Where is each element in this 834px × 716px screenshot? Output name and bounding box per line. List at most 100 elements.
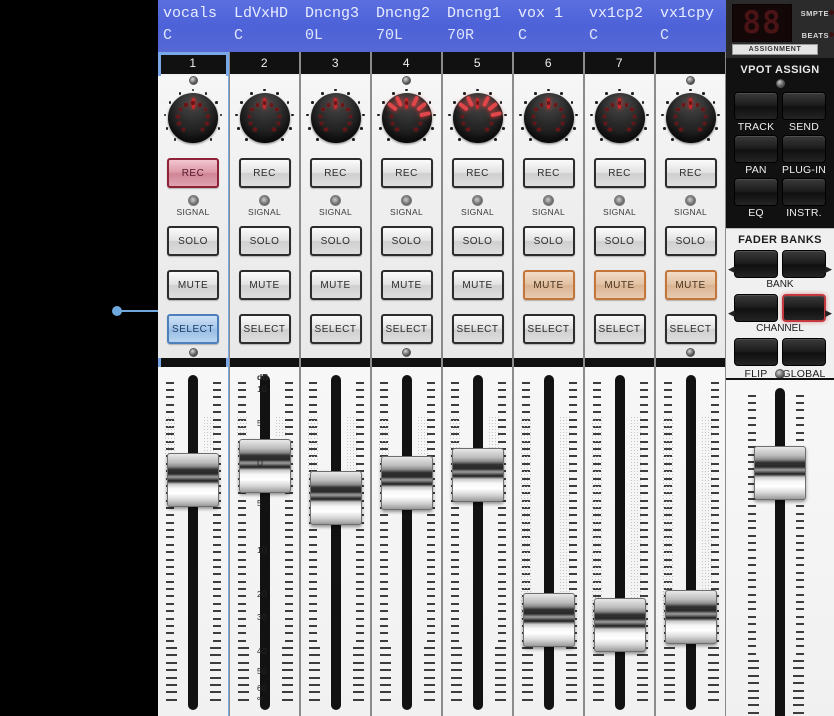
scribble-line1: vocals xyxy=(163,3,225,25)
scribble-strip-display: vocalsCLdVxHDCDncng30LDncng270LDncng170R… xyxy=(158,0,726,52)
fader-cap[interactable] xyxy=(239,439,291,493)
fader-track[interactable] xyxy=(615,375,625,710)
rec-button[interactable]: REC xyxy=(381,158,433,188)
rec-button[interactable]: REC xyxy=(594,158,646,188)
channel-strip-6[interactable]: 6RECSIGNALSOLOMUTESELECTdB105U5102030405… xyxy=(513,52,584,716)
v-pot-knob[interactable] xyxy=(447,87,509,149)
vpot-button-1[interactable] xyxy=(782,92,826,120)
select-button[interactable]: SELECT xyxy=(452,314,504,344)
mute-button[interactable]: MUTE xyxy=(523,270,575,300)
fader-cap[interactable] xyxy=(381,456,433,510)
vpot-button-4[interactable] xyxy=(734,178,778,206)
channel-left-button[interactable] xyxy=(734,294,778,322)
channel-strip-4[interactable]: 4RECSIGNALSOLOMUTESELECTdB105U5102030405… xyxy=(371,52,442,716)
solo-button[interactable]: SOLO xyxy=(452,226,504,256)
rec-button[interactable]: REC xyxy=(523,158,575,188)
fader-cap[interactable] xyxy=(594,598,646,652)
vpot-button-3[interactable] xyxy=(782,135,826,163)
channel-strip-3[interactable]: 3RECSIGNALSOLOMUTESELECTdB105U5102030405… xyxy=(300,52,371,716)
scribble-cell-1: vocalsC xyxy=(158,0,229,52)
select-button[interactable]: SELECT xyxy=(167,314,219,344)
fader-tick-label: 50 xyxy=(257,666,267,676)
select-button[interactable]: SELECT xyxy=(310,314,362,344)
v-pot-knob[interactable] xyxy=(162,87,224,149)
fader-track[interactable] xyxy=(331,375,341,710)
v-pot-knob[interactable] xyxy=(234,87,296,149)
channel-right-button[interactable] xyxy=(782,294,826,322)
v-pot-knob[interactable] xyxy=(589,87,651,149)
scribble-cell-8: vx1cpyC xyxy=(655,0,726,52)
rec-button[interactable]: REC xyxy=(239,158,291,188)
select-button[interactable]: SELECT xyxy=(239,314,291,344)
rec-button[interactable]: REC xyxy=(452,158,504,188)
vpot-assign-cell-instr[interactable]: INSTR. xyxy=(782,178,826,219)
channel-strip-8[interactable]: RECSIGNALSOLOMUTESELECTdB105U51020304050… xyxy=(655,52,726,716)
bank-right-button[interactable] xyxy=(782,250,826,278)
rec-button[interactable]: REC xyxy=(665,158,717,188)
fader-tick-label: 5 xyxy=(257,498,262,508)
fader-cap[interactable] xyxy=(523,593,575,647)
mute-button[interactable]: MUTE xyxy=(381,270,433,300)
mute-button[interactable]: MUTE xyxy=(594,270,646,300)
solo-button[interactable]: SOLO xyxy=(665,226,717,256)
fader-scale-right: dB105U5102030405060∞ xyxy=(632,375,648,710)
flip-button[interactable] xyxy=(734,338,778,366)
select-button[interactable]: SELECT xyxy=(381,314,433,344)
solo-button[interactable]: SOLO xyxy=(523,226,575,256)
fader-track[interactable] xyxy=(188,375,198,710)
solo-button[interactable]: SOLO xyxy=(310,226,362,256)
fader-track[interactable] xyxy=(473,375,483,710)
v-pot-knob[interactable] xyxy=(518,87,580,149)
mute-button[interactable]: MUTE xyxy=(665,270,717,300)
mute-button[interactable]: MUTE xyxy=(167,270,219,300)
rec-button[interactable]: REC xyxy=(167,158,219,188)
vpot-button-2[interactable] xyxy=(734,135,778,163)
vpot-assign-cell-eq[interactable]: EQ xyxy=(734,178,778,219)
rec-button[interactable]: REC xyxy=(310,158,362,188)
vpot-assign-cell-plugin[interactable]: PLUG-IN xyxy=(782,135,826,176)
channel-label: CHANNEL xyxy=(726,323,834,334)
solo-button[interactable]: SOLO xyxy=(239,226,291,256)
select-button[interactable]: SELECT xyxy=(665,314,717,344)
vpot-assign-cell-send[interactable]: SEND xyxy=(782,92,826,133)
vpot-button-label: EQ xyxy=(734,207,778,219)
bank-right-arrow-icon: ▶ xyxy=(825,264,832,275)
signal-led-icon xyxy=(401,195,412,206)
master-fader-track[interactable] xyxy=(775,388,785,716)
v-pot-knob[interactable] xyxy=(660,87,722,149)
select-button[interactable]: SELECT xyxy=(523,314,575,344)
select-button[interactable]: SELECT xyxy=(594,314,646,344)
vpot-button-0[interactable] xyxy=(734,92,778,120)
mute-button[interactable]: MUTE xyxy=(452,270,504,300)
screw-icon xyxy=(402,76,411,85)
vpot-button-5[interactable] xyxy=(782,178,826,206)
channel-right-arrow-icon: ▶ xyxy=(825,308,832,319)
fader-track[interactable] xyxy=(544,375,554,710)
fader-cap[interactable] xyxy=(452,448,504,502)
solo-button[interactable]: SOLO xyxy=(167,226,219,256)
mute-button[interactable]: MUTE xyxy=(310,270,362,300)
strip-divider xyxy=(158,358,228,367)
fader-cap[interactable] xyxy=(167,453,219,507)
solo-button[interactable]: SOLO xyxy=(381,226,433,256)
channel-number xyxy=(656,52,725,74)
fader-track[interactable] xyxy=(402,375,412,710)
bank-left-button[interactable] xyxy=(734,250,778,278)
channel-strip-1[interactable]: 1RECSIGNALSOLOMUTESELECTdB105U5102030405… xyxy=(158,52,229,716)
channel-strip-5[interactable]: 5RECSIGNALSOLOMUTESELECTdB105U5102030405… xyxy=(442,52,513,716)
fader-cap[interactable] xyxy=(665,590,717,644)
mute-button[interactable]: MUTE xyxy=(239,270,291,300)
master-fader-cap[interactable] xyxy=(754,446,806,500)
fader-track[interactable] xyxy=(686,375,696,710)
global-button[interactable] xyxy=(782,338,826,366)
v-pot-knob[interactable] xyxy=(305,87,367,149)
fader-cap[interactable] xyxy=(310,471,362,525)
channel-number: 3 xyxy=(301,52,370,74)
solo-button[interactable]: SOLO xyxy=(594,226,646,256)
seven-segment-display: 88 xyxy=(732,4,792,42)
v-pot-knob[interactable] xyxy=(376,87,438,149)
vpot-assign-cell-track[interactable]: TRACK xyxy=(734,92,778,133)
smpte-label: SMPTE xyxy=(801,9,829,18)
channel-strip-7[interactable]: 7RECSIGNALSOLOMUTESELECTdB105U5102030405… xyxy=(584,52,655,716)
vpot-assign-cell-pan[interactable]: PAN xyxy=(734,135,778,176)
